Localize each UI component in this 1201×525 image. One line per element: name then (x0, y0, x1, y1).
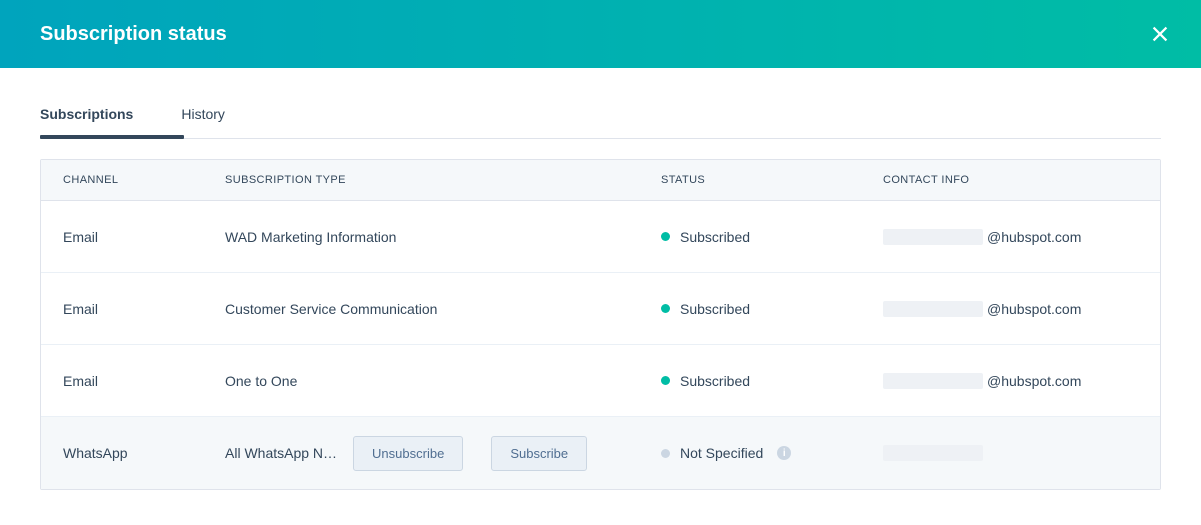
tab-history[interactable]: History (181, 106, 225, 138)
subscriptions-table: Channel Subscription Type Status Contact… (40, 159, 1161, 490)
status-label: Subscribed (680, 229, 750, 245)
column-header-type: Subscription Type (225, 174, 661, 186)
cell-type: Customer Service Communication (225, 301, 661, 317)
cell-contact (883, 445, 1138, 461)
subscription-status-modal: Subscription status Subscriptions Histor… (0, 0, 1201, 490)
table-row: Email Customer Service Communication Sub… (41, 273, 1160, 345)
subscription-type-label: Customer Service Communication (225, 301, 437, 317)
table-row: Email One to One Subscribed @hubspot.com (41, 345, 1160, 417)
column-header-status: Status (661, 174, 883, 186)
table-row: Email WAD Marketing Information Subscrib… (41, 201, 1160, 273)
cell-status: Subscribed (661, 301, 883, 317)
contact-suffix: @hubspot.com (987, 301, 1081, 317)
cell-type: One to One (225, 373, 661, 389)
contact-suffix: @hubspot.com (987, 229, 1081, 245)
column-header-contact: Contact Info (883, 174, 1138, 186)
unsubscribe-button[interactable]: Unsubscribe (353, 436, 463, 471)
redacted-contact (883, 445, 983, 461)
cell-status: Not Specified i (661, 445, 883, 461)
modal-body: Subscriptions History Channel Subscripti… (0, 106, 1201, 490)
status-label: Subscribed (680, 373, 750, 389)
status-dot-icon (661, 449, 670, 458)
redacted-contact (883, 301, 983, 317)
close-icon (1149, 23, 1171, 45)
status-label: Not Specified (680, 445, 763, 461)
column-header-channel: Channel (63, 174, 225, 186)
modal-header: Subscription status (0, 0, 1201, 68)
cell-status: Subscribed (661, 229, 883, 245)
table-row: WhatsApp All WhatsApp N… Unsubscribe Sub… (41, 417, 1160, 489)
cell-contact: @hubspot.com (883, 301, 1138, 317)
cell-channel: Email (63, 229, 225, 245)
info-icon[interactable]: i (777, 446, 791, 460)
cell-channel: Email (63, 301, 225, 317)
cell-status: Subscribed (661, 373, 883, 389)
table-header: Channel Subscription Type Status Contact… (41, 160, 1160, 201)
redacted-contact (883, 229, 983, 245)
active-tab-indicator (40, 135, 184, 139)
close-button[interactable] (1149, 23, 1171, 45)
modal-title: Subscription status (40, 23, 227, 46)
cell-channel: Email (63, 373, 225, 389)
subscription-type-label: All WhatsApp N… (225, 445, 337, 461)
cell-contact: @hubspot.com (883, 373, 1138, 389)
status-dot-icon (661, 304, 670, 313)
status-label: Subscribed (680, 301, 750, 317)
status-dot-icon (661, 232, 670, 241)
cell-channel: WhatsApp (63, 445, 225, 461)
status-dot-icon (661, 376, 670, 385)
tab-subscriptions[interactable]: Subscriptions (40, 106, 133, 138)
cell-contact: @hubspot.com (883, 229, 1138, 245)
subscription-type-label: One to One (225, 373, 297, 389)
redacted-contact (883, 373, 983, 389)
cell-type: WAD Marketing Information (225, 229, 661, 245)
tab-bar: Subscriptions History (40, 106, 1161, 139)
cell-type: All WhatsApp N… Unsubscribe Subscribe (225, 436, 661, 471)
contact-suffix: @hubspot.com (987, 373, 1081, 389)
subscription-type-label: WAD Marketing Information (225, 229, 396, 245)
subscribe-button[interactable]: Subscribe (491, 436, 587, 471)
